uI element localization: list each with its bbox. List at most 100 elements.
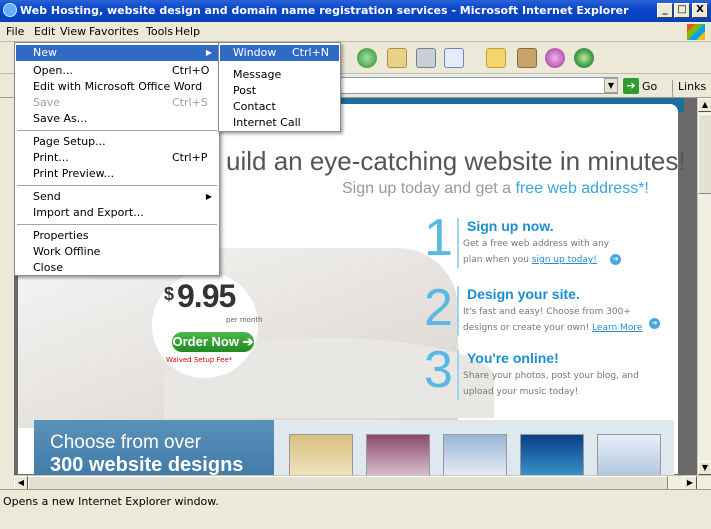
menu-item-label: Window (233, 46, 277, 59)
new-message-item[interactable]: Message (220, 67, 339, 83)
menu-item-label: Message (233, 68, 282, 81)
menu-item-label: Work Offline (33, 245, 101, 258)
step-number: 3 (424, 341, 453, 399)
arrow-circle-icon[interactable]: ➔ (649, 318, 660, 329)
file-menu-new[interactable]: New ▶ (16, 45, 218, 61)
learn-more-link[interactable]: Learn More (592, 323, 642, 333)
close-button[interactable]: X (692, 3, 708, 18)
scroll-left-icon[interactable]: ◀ (14, 476, 28, 490)
file-menu-edit-with-word[interactable]: Edit with Microsoft Office Word (16, 79, 218, 95)
submenu-arrow-icon: ▶ (205, 48, 212, 57)
menu-item-label: Internet Call (233, 116, 301, 129)
frame-left-border (0, 98, 14, 489)
windows-logo-icon (687, 24, 705, 40)
ie-icon (3, 3, 17, 17)
word-icon[interactable] (444, 48, 464, 68)
file-menu-work-offline[interactable]: Work Offline (16, 244, 218, 260)
sign-up-today-link[interactable]: sign up today! (532, 255, 597, 265)
menu-item-label: Page Setup... (33, 135, 106, 148)
messenger-icon[interactable] (545, 48, 565, 68)
title-bar[interactable]: Web Hosting, website design and domain n… (0, 0, 711, 22)
menu-item-label: New (33, 46, 57, 59)
free-web-address-link[interactable]: free web address*! (515, 180, 648, 197)
step-number: 1 (424, 209, 453, 267)
template-thumbnail[interactable] (597, 434, 661, 475)
step-number: 2 (424, 279, 453, 337)
menu-file[interactable]: File (6, 25, 24, 38)
file-menu-close[interactable]: Close (16, 260, 218, 276)
menu-edit[interactable]: Edit (34, 25, 55, 38)
new-post-item[interactable]: Post (220, 83, 339, 99)
tools-icon[interactable] (517, 48, 537, 68)
print-icon[interactable] (416, 48, 436, 68)
vertical-scroll-thumb[interactable] (698, 114, 711, 194)
horizontal-scrollbar[interactable]: ◀ ▶ (14, 475, 711, 490)
menu-item-label: Open... (33, 64, 73, 77)
template-thumbnail[interactable] (366, 434, 430, 475)
menu-shortcut: Ctrl+N (292, 46, 330, 59)
price-amount: 9.95 (177, 278, 236, 314)
vertical-scrollbar[interactable]: ▲ ▼ (697, 98, 711, 475)
menu-favorites[interactable]: Favorites (89, 25, 139, 38)
subtag-text: Sign up today and get a (342, 180, 516, 197)
links-label: Links (678, 80, 707, 93)
menu-tools[interactable]: Tools (146, 25, 173, 38)
menu-shortcut: Ctrl+S (172, 96, 208, 109)
buddies-icon[interactable] (574, 48, 594, 68)
address-dropdown-button[interactable]: ▼ (604, 78, 618, 93)
scroll-right-icon[interactable]: ▶ (683, 476, 697, 490)
window-title: Web Hosting, website design and domain n… (20, 4, 629, 17)
menu-item-label: Import and Export... (33, 206, 144, 219)
menu-item-label: Post (233, 84, 257, 97)
step-title: You're online! (467, 350, 559, 366)
designs-callout-line2: 300 website designs (50, 454, 244, 475)
go-icon[interactable]: ➔ (623, 78, 639, 94)
new-contact-item[interactable]: Contact (220, 99, 339, 115)
menu-shortcut: Ctrl+P (172, 151, 208, 164)
status-bar: Opens a new Internet Explorer window. (0, 489, 711, 529)
template-thumbnail[interactable] (520, 434, 584, 475)
file-menu-page-setup[interactable]: Page Setup... (16, 134, 218, 150)
file-menu-open[interactable]: Open... Ctrl+O (16, 63, 218, 79)
order-now-button[interactable]: Order Now ➔ (172, 332, 254, 352)
step-line-prefix: plan when you (463, 255, 532, 265)
new-submenu: Window Ctrl+N Message Post Contact Intern… (218, 42, 341, 132)
file-menu-save-as[interactable]: Save As... (16, 111, 218, 127)
refresh-icon[interactable] (357, 48, 377, 68)
file-menu-import-export[interactable]: Import and Export... (16, 205, 218, 221)
address-input[interactable] (338, 77, 618, 94)
step-title: Sign up now. (467, 218, 554, 234)
menu-shortcut: Ctrl+O (172, 64, 210, 77)
menu-item-label: Edit with Microsoft Office Word (33, 80, 203, 93)
menu-help[interactable]: Help (175, 25, 200, 38)
file-menu-properties[interactable]: Properties (16, 228, 218, 244)
menu-view[interactable]: View (60, 25, 86, 38)
new-internet-call-item[interactable]: Internet Call (220, 115, 339, 131)
step-title: Design your site. (467, 286, 580, 302)
file-menu-send[interactable]: Send ▶ (16, 189, 218, 205)
step-line-2: upload your music today! (463, 387, 579, 397)
step-line-prefix: designs or create your own! (463, 323, 593, 333)
file-menu-print[interactable]: Print... Ctrl+P (16, 150, 218, 166)
mail-icon[interactable] (387, 48, 407, 68)
file-menu-print-preview[interactable]: Print Preview... (16, 166, 218, 182)
new-window-item[interactable]: Window Ctrl+N (220, 45, 339, 61)
arrow-circle-icon[interactable]: ➔ (610, 254, 621, 265)
scroll-down-icon[interactable]: ▼ (698, 461, 711, 475)
menu-item-label: Properties (33, 229, 89, 242)
step-divider (457, 350, 459, 400)
folder-icon[interactable] (486, 48, 506, 68)
hero-headline: uild an eye-catching website in minutes! (226, 146, 686, 176)
menu-item-label: Send (33, 190, 61, 203)
minimize-button[interactable]: _ (657, 3, 673, 18)
scroll-up-icon[interactable]: ▲ (698, 98, 711, 112)
go-button[interactable]: Go (642, 80, 657, 93)
menu-separator (17, 130, 217, 131)
maximize-button[interactable]: □ (674, 3, 690, 18)
template-thumbnail[interactable] (289, 434, 353, 475)
template-thumbnail[interactable] (443, 434, 507, 475)
horizontal-scroll-thumb[interactable] (28, 476, 668, 490)
step-divider (457, 286, 459, 336)
file-menu: New ▶ Open... Ctrl+O Edit with Microsoft O… (14, 42, 220, 276)
step-description: It's fast and easy! Choose from 300+ des… (463, 304, 642, 336)
